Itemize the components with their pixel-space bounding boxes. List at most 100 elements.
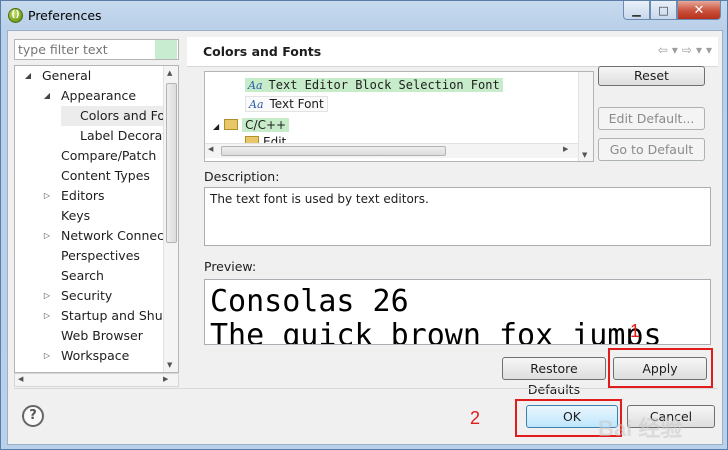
tree-item[interactable]: Colors and Fonts — [61, 106, 178, 126]
help-icon[interactable]: ? — [22, 405, 44, 427]
tree-item-label: Network Connections — [61, 228, 178, 243]
color-font-tree[interactable]: Aa Text Editor Block Selection Font Aa Tex… — [204, 71, 594, 162]
go-to-default-button[interactable]: Go to Default — [598, 138, 705, 161]
window-title: Preferences — [28, 8, 102, 23]
font-item-label: C/C++ — [242, 118, 290, 132]
tree-item[interactable]: ▷ Startup and Shutdown — [42, 306, 178, 326]
tree-item[interactable]: ▷ Editors — [42, 186, 105, 206]
preview-line-2: The quick brown fox jumps — [210, 318, 662, 345]
description-box: The text font is used by text editors. — [204, 187, 711, 246]
restore-defaults-button[interactable]: Restore Defaults — [502, 357, 606, 397]
app-icon-glyph: () — [11, 10, 20, 20]
tree-horizontal-scrollbar[interactable]: ◀ ▶ — [14, 373, 179, 387]
minimize-button[interactable]: ▁ — [623, 1, 650, 20]
filter-clear-icon[interactable] — [155, 40, 177, 59]
minimize-icon: ▁ — [632, 3, 641, 17]
maximize-button[interactable]: □ — [650, 1, 677, 20]
tree-item-label: Appearance — [61, 88, 137, 103]
tree-item[interactable]: Keys — [42, 206, 90, 226]
tree-item-edit[interactable]: Edit — [245, 133, 286, 143]
tree-item[interactable]: ◢ General — [23, 66, 91, 86]
view-menu-icon[interactable]: ▾ — [706, 43, 712, 57]
font-tree-vertical-scrollbar[interactable]: ▼ — [578, 72, 593, 161]
annotation-number-1: 1 — [630, 321, 641, 341]
tree-item[interactable]: ▷ Workspace — [42, 346, 129, 366]
reset-button[interactable]: Reset — [598, 66, 705, 86]
tree-item-text-font[interactable]: Aa Text Font — [245, 95, 328, 113]
preview-label: Preview: — [204, 259, 257, 274]
expand-twisty-icon[interactable]: ▷ — [42, 186, 52, 206]
back-dropdown-icon[interactable]: ▾ — [672, 43, 678, 57]
back-arrow-icon[interactable]: ⇦ — [658, 43, 668, 57]
scroll-down-icon[interactable]: ▼ — [582, 151, 587, 159]
tree-item[interactable]: Content Types — [42, 166, 150, 186]
forward-arrow-icon[interactable]: ⇨ — [682, 43, 692, 57]
tree-item-label: Startup and Shutdown — [61, 308, 178, 323]
font-item-label: Text Font — [269, 97, 324, 111]
description-text: The text font is used by text editors. — [210, 192, 429, 206]
expand-twisty-icon[interactable]: ◢ — [42, 86, 52, 106]
scroll-up-icon[interactable]: ▲ — [167, 69, 172, 77]
tree-item-label: Search — [61, 268, 104, 283]
tree-item[interactable]: Search — [42, 266, 104, 286]
tree-item-label: Workspace — [61, 348, 130, 363]
tree-item[interactable]: ▷ Network Connections — [42, 226, 178, 246]
filter-field — [14, 39, 179, 60]
tree-item[interactable]: ◢ Appearance — [42, 86, 136, 106]
eclipse-app-icon: () — [8, 8, 23, 23]
expand-twisty-icon[interactable]: ▷ — [42, 286, 52, 306]
edit-default-button[interactable]: Edit Default... — [598, 107, 705, 130]
folder-icon — [224, 119, 239, 130]
apply-highlight-box — [608, 348, 713, 388]
page-navigation: ⇦ ▾ ⇨ ▾ ▾ — [658, 43, 712, 57]
font-item-label: Edit — [263, 135, 287, 143]
scroll-down-icon[interactable]: ▼ — [167, 361, 172, 369]
close-button[interactable]: ✕ — [677, 1, 721, 20]
tree-item-label: Perspectives — [61, 248, 140, 263]
expand-twisty-icon[interactable]: ▷ — [42, 346, 52, 366]
tree-item-label: General — [42, 68, 92, 83]
scroll-left-icon[interactable]: ◀ — [18, 375, 23, 383]
tree-item-label: Web Browser — [61, 328, 143, 343]
dialog-client-area: ◢General◢AppearanceColors and FontsLabel… — [7, 30, 723, 445]
expand-twisty-icon[interactable]: ◢ — [23, 66, 33, 86]
button-bar-separator — [14, 388, 718, 389]
font-tree-horizontal-scrollbar[interactable]: ◀ ▶ — [205, 143, 578, 158]
maximize-icon: □ — [658, 3, 669, 17]
forward-dropdown-icon[interactable]: ▾ — [696, 43, 702, 57]
tree-item-label: Content Types — [61, 168, 150, 183]
preview-line-1: Consolas 26 — [210, 284, 409, 319]
tree-item-label: Security — [61, 288, 113, 303]
font-item-label: Text Editor Block Selection Font — [268, 78, 500, 92]
font-icon: Aa — [249, 98, 264, 111]
tree-item[interactable]: Perspectives — [42, 246, 140, 266]
scroll-right-icon[interactable]: ▶ — [563, 145, 568, 153]
description-label: Description: — [204, 169, 280, 184]
tree-item[interactable]: ▷ Security — [42, 286, 112, 306]
preference-tree[interactable]: ◢ General ◢ Appearance Colors and Fonts Label… — [14, 65, 179, 373]
folder-icon — [245, 136, 259, 143]
scrollbar-thumb[interactable] — [221, 146, 446, 156]
scroll-right-icon[interactable]: ▶ — [163, 375, 168, 383]
expand-twisty-icon[interactable]: ▷ — [42, 306, 52, 326]
tree-item-label: Keys — [61, 208, 91, 223]
tree-item[interactable]: Label Decorations — [61, 126, 178, 146]
tree-item-block-selection-font[interactable]: Aa Text Editor Block Selection Font — [245, 76, 503, 94]
annotation-number-2: 2 — [470, 408, 481, 428]
tree-item-c-cpp[interactable]: ◢ C/C++ — [213, 116, 290, 134]
scrollbar-thumb[interactable] — [166, 83, 177, 243]
tree-item-label: Editors — [61, 188, 105, 203]
watermark: Bai 经验 — [598, 416, 683, 441]
close-icon: ✕ — [693, 2, 705, 18]
expand-twisty-icon[interactable]: ◢ — [213, 122, 219, 131]
filter-input[interactable] — [15, 40, 155, 59]
tree-item-label: Compare/Patch — [61, 148, 157, 163]
tree-vertical-scrollbar[interactable]: ▲ ▼ — [163, 66, 178, 372]
scroll-left-icon[interactable]: ◀ — [208, 145, 213, 153]
expand-twisty-icon[interactable]: ▷ — [42, 226, 52, 246]
preferences-window: () Preferences ▁ □ ✕ ◢ General ◢ Appearance… — [0, 0, 728, 450]
tree-item[interactable]: Web Browser — [42, 326, 143, 346]
tree-item[interactable]: Compare/Patch — [42, 146, 156, 166]
page-title: Colors and Fonts — [203, 44, 322, 59]
title-bar[interactable]: () Preferences ▁ □ ✕ — [1, 1, 727, 30]
